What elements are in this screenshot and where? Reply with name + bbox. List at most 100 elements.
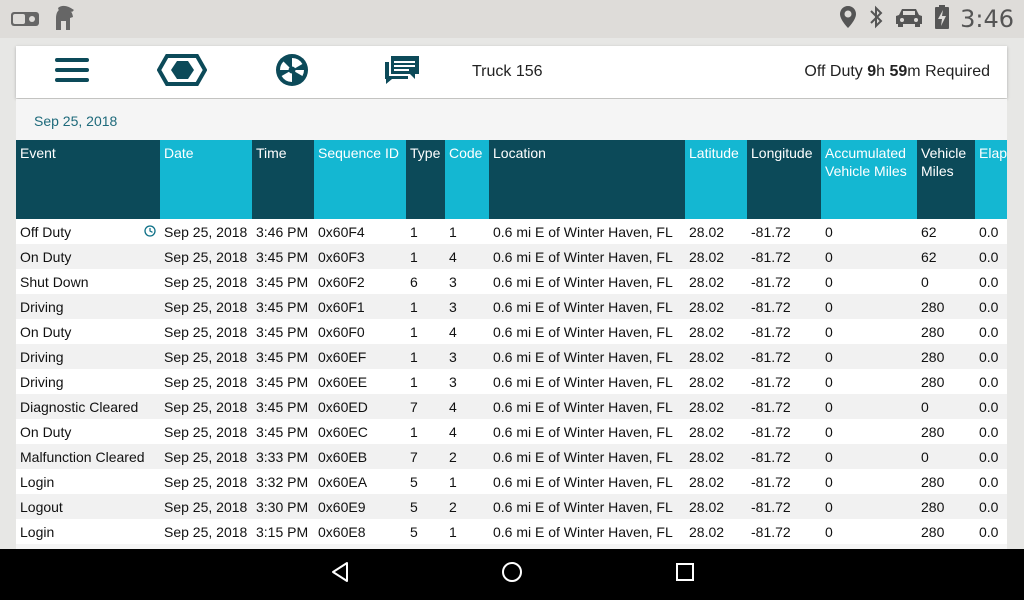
table-cell: Sep 25, 2018 [160, 394, 252, 419]
table-cell: 3:33 PM [252, 444, 314, 469]
table-cell: 0 [821, 319, 917, 344]
table-cell: 3:45 PM [252, 369, 314, 394]
cell-text: 0.0 [979, 423, 999, 440]
messages-button[interactable] [368, 46, 436, 98]
table-cell: 3:45 PM [252, 269, 314, 294]
recents-button[interactable] [655, 549, 715, 600]
cell-text: 3:45 PM [256, 323, 309, 340]
table-cell: On Duty [16, 419, 160, 444]
cell-text: -81.72 [751, 373, 791, 390]
cell-text: 0 [921, 273, 929, 290]
cell-text: 28.02 [689, 273, 725, 290]
column-header[interactable]: Time [252, 140, 314, 219]
table-row[interactable]: Login Sep 25, 2018 3:15 PM 0x60E8 5 1 0.6 mi E… [16, 519, 1007, 544]
table-row[interactable]: On Duty Sep 25, 2018 3:45 PM 0x60EC 1 4 0.6 mi… [16, 419, 1007, 444]
cell-text: 6 [410, 273, 418, 290]
status-button[interactable] [260, 46, 324, 98]
cell-text: 3:45 PM [256, 273, 309, 290]
table-cell: Sep 25, 2018 [160, 244, 252, 269]
table-cell: 3:45 PM [252, 244, 314, 269]
table-row[interactable]: On Duty Sep 25, 2018 3:45 PM 0x60F3 1 4 0.6 mi… [16, 244, 1007, 269]
column-header[interactable]: Vehicle Miles [917, 140, 975, 219]
cell-text: 62 [921, 224, 937, 240]
column-header[interactable]: Event [16, 140, 160, 219]
cell-text: 0.0 [979, 498, 999, 515]
table-cell: 0.6 mi E of Winter Haven, FL [489, 519, 685, 544]
column-header[interactable]: Accumulated Vehicle Miles [821, 140, 917, 219]
event-table-scroll[interactable]: Event Date Time Sequence ID Type Code Location… [16, 140, 1007, 549]
table-row[interactable]: Driving Sep 25, 2018 3:45 PM 0x60EE 1 3 0.6 mi… [16, 369, 1007, 394]
table-row[interactable]: Driving Sep 25, 2018 3:45 PM 0x60EF 1 3 0.6 mi… [16, 344, 1007, 369]
column-header[interactable]: Code [445, 140, 489, 219]
table-row[interactable]: On Duty Sep 25, 2018 3:45 PM 0x60F0 1 4 0.6 mi… [16, 319, 1007, 344]
table-cell: 7 [406, 394, 445, 419]
cell-text: 280 [921, 323, 945, 340]
table-cell: 0 [821, 269, 917, 294]
column-header[interactable]: Date [160, 140, 252, 219]
back-button[interactable] [310, 549, 370, 600]
table-cell: 0.0 [975, 394, 1007, 419]
home-logo-button[interactable] [146, 46, 218, 98]
table-row[interactable]: Malfunction Cleared Sep 25, 2018 3:33 PM 0x… [16, 444, 1007, 469]
table-cell: -81.72 [747, 369, 821, 394]
cell-text: 28.02 [689, 473, 725, 490]
column-header[interactable]: Longitude [747, 140, 821, 219]
table-cell: 62 [917, 219, 975, 244]
table-cell: 0 [821, 469, 917, 494]
table-cell: 280 [917, 369, 975, 394]
cell-text: 0.0 [979, 448, 999, 465]
duty-minutes-unit: m Required [907, 63, 990, 80]
cell-text: 2 [449, 498, 457, 515]
table-row[interactable]: Off Duty Sep 25, 2018 3:46 PM 0x60F4 1 1 0.6 m… [16, 219, 1007, 244]
table-cell: 28.02 [685, 394, 747, 419]
cell-text: 1 [410, 348, 418, 365]
cell-text: 0 [825, 523, 833, 540]
cell-text: Driving [20, 298, 64, 315]
table-cell: 0.6 mi E of Winter Haven, FL [489, 344, 685, 369]
recents-icon [675, 562, 695, 587]
table-cell: 0 [821, 494, 917, 519]
home-button[interactable] [482, 549, 542, 600]
cell-text: 0x60E9 [318, 498, 366, 515]
table-cell: 0.6 mi E of Winter Haven, FL [489, 244, 685, 269]
column-header[interactable]: Elapsed Engine [975, 140, 1007, 219]
column-header[interactable]: Location [489, 140, 685, 219]
cell-text: 280 [921, 348, 945, 365]
cell-text: -81.72 [751, 224, 791, 240]
table-row[interactable]: Driving Sep 25, 2018 3:45 PM 0x60F1 1 3 0.6 mi… [16, 294, 1007, 319]
column-header[interactable]: Sequence ID [314, 140, 406, 219]
cell-text: On Duty [20, 423, 72, 440]
table-cell: Sep 25, 2018 [160, 369, 252, 394]
table-row[interactable]: Login Sep 25, 2018 3:32 PM 0x60EA 5 1 0.6 mi E… [16, 469, 1007, 494]
table-cell: 0.0 [975, 444, 1007, 469]
table-cell: 0.6 mi E of Winter Haven, FL [489, 369, 685, 394]
table-cell: 3 [445, 344, 489, 369]
column-header[interactable]: Latitude [685, 140, 747, 219]
table-cell: Malfunction Cleared [16, 444, 160, 469]
cell-text: Sep 25, 2018 [164, 298, 248, 315]
cell-text: 3 [449, 298, 457, 315]
table-cell: Sep 25, 2018 [160, 294, 252, 319]
table-cell: 7 [406, 444, 445, 469]
table-row[interactable]: Diagnostic Cleared Sep 25, 2018 3:45 PM 0x6… [16, 394, 1007, 419]
table-cell: 0x60F3 [314, 244, 406, 269]
cell-text: 0 [825, 348, 833, 365]
table-cell: 0 [821, 369, 917, 394]
cell-text: 5 [410, 498, 418, 515]
table-cell: Driving [16, 369, 160, 394]
menu-button[interactable] [38, 46, 106, 98]
table-cell: 5 [406, 494, 445, 519]
table-cell: -81.72 [747, 244, 821, 269]
table-row[interactable]: Logout Sep 25, 2018 3:30 PM 0x60E9 5 2 0.6 mi … [16, 494, 1007, 519]
cell-text: Sep 25, 2018 [164, 323, 248, 340]
cell-text: 0.0 [979, 224, 999, 240]
column-header[interactable]: Type [406, 140, 445, 219]
cell-text: 3:45 PM [256, 298, 309, 315]
cell-text: 0 [825, 398, 833, 415]
table-row[interactable]: Shut Down Sep 25, 2018 3:45 PM 0x60F2 6 3 0.6 … [16, 269, 1007, 294]
cell-text: 0.0 [979, 373, 999, 390]
table-cell: 0 [917, 444, 975, 469]
cell-text: 0.6 mi E of Winter Haven, FL [493, 498, 673, 515]
cell-text: Sep 25, 2018 [164, 423, 248, 440]
home-icon [501, 561, 523, 588]
